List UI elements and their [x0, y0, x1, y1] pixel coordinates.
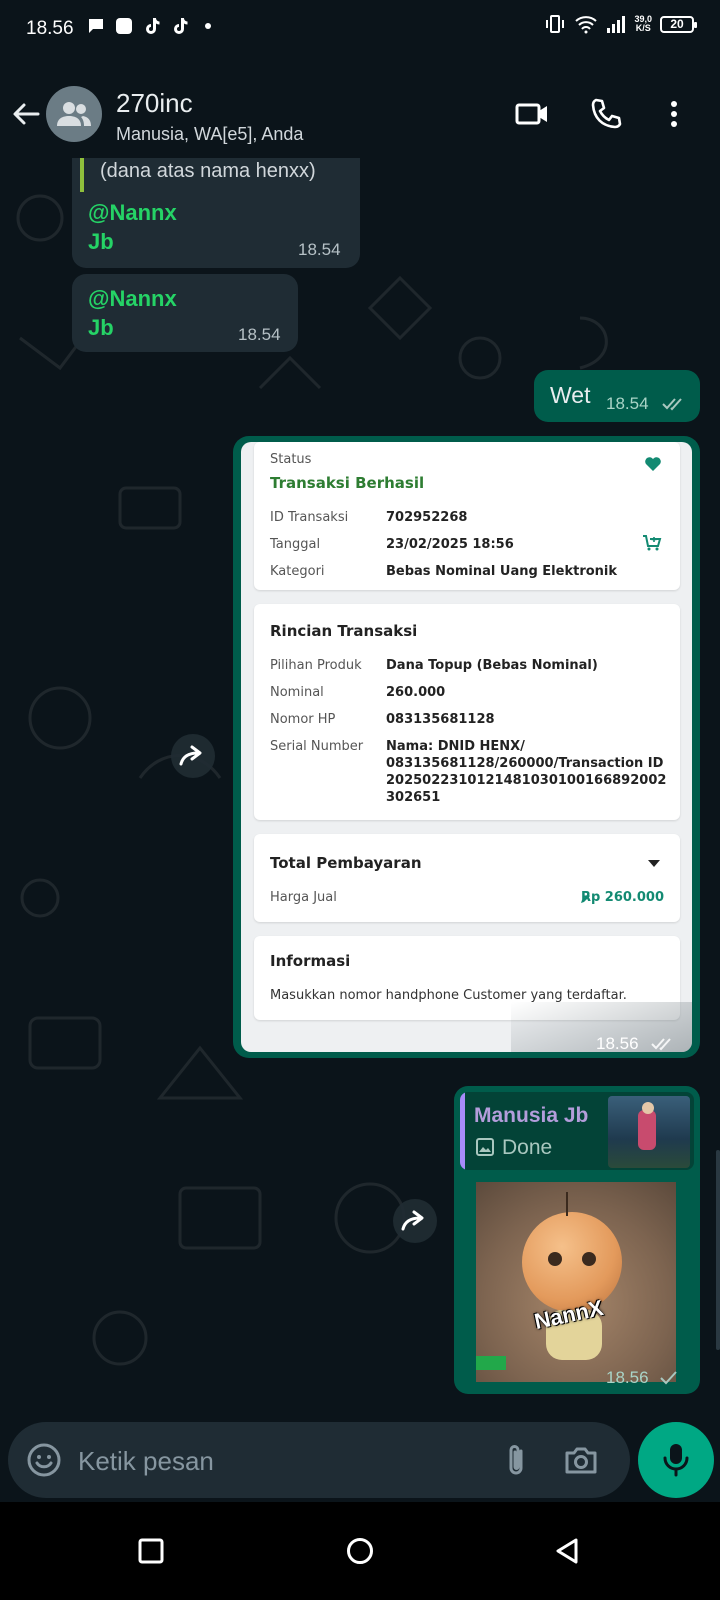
- mention[interactable]: @Nannx: [88, 284, 177, 313]
- image-message[interactable]: Status Transaksi Berhasil ID Transaksi 7…: [233, 436, 700, 1058]
- message-input[interactable]: Ketik pesan: [78, 1446, 214, 1477]
- quoted-author: Manusia Jb: [474, 1104, 589, 1127]
- incoming-message[interactable]: (dana atas nama henxx) @Nannx Jb 18.54: [72, 158, 360, 268]
- system-indicators: 39,0 K/S 20: [544, 14, 697, 34]
- forward-button[interactable]: [393, 1199, 437, 1243]
- reply-image-message[interactable]: Manusia Jb Done NannX 18.56: [454, 1086, 700, 1394]
- system-navigation-bar: [0, 1502, 720, 1600]
- message-text: Jb: [88, 315, 114, 340]
- quoted-message[interactable]: Manusia Jb Done: [460, 1092, 694, 1170]
- outgoing-message[interactable]: Wet 18.54: [534, 370, 700, 422]
- cart-add-icon: [643, 535, 662, 551]
- dropdown-arrow-icon: [648, 860, 660, 867]
- forward-button[interactable]: [171, 734, 215, 778]
- message-input-bar[interactable]: Ketik pesan: [8, 1422, 630, 1498]
- chat-subtitle[interactable]: Manusia, WA[e5], Anda: [116, 124, 303, 145]
- tiktok-icon: [174, 18, 188, 34]
- forward-icon: [179, 745, 202, 766]
- app-notification-icon: [116, 18, 132, 34]
- message-time: 18.54: [606, 394, 649, 413]
- voice-call-icon[interactable]: [588, 96, 624, 132]
- message-time: 18.54: [298, 240, 341, 259]
- receipt-screenshot[interactable]: Status Transaksi Berhasil ID Transaksi 7…: [241, 442, 692, 1052]
- sticker-image[interactable]: NannX: [476, 1182, 676, 1382]
- price-value: Rp 260.000: [580, 890, 664, 905]
- photo-icon: [476, 1138, 494, 1156]
- chat-title[interactable]: 270inc: [116, 88, 193, 119]
- message-text: Jb: [88, 229, 114, 254]
- back-arrow-icon[interactable]: [10, 98, 42, 130]
- attach-icon[interactable]: [504, 1442, 528, 1478]
- vibrate-icon: [546, 15, 565, 33]
- favorite-heart-icon: [645, 457, 661, 471]
- message-time: 18.56: [596, 1034, 639, 1052]
- chat-messages[interactable]: (dana atas nama henxx) @Nannx Jb 18.54 @…: [0, 158, 720, 1420]
- transaction-details-card: Rincian Transaksi Pilihan Produk Dana To…: [254, 604, 680, 820]
- status-bar: 18.56 39,0 K/S 20: [0, 0, 720, 58]
- quote-bar: [460, 1092, 465, 1170]
- more-notifications-dot-icon: [205, 23, 211, 29]
- total-payment-card: Total Pembayaran Harga Jual Rp 260.000: [254, 834, 680, 922]
- status-time: 18.56: [26, 18, 74, 39]
- quoted-text: (dana atas nama henxx): [100, 160, 316, 182]
- voice-record-button[interactable]: [638, 1422, 714, 1498]
- network-speed: 39,0 K/S: [634, 14, 652, 33]
- incoming-message[interactable]: @Nannx Jb 18.54: [72, 274, 298, 352]
- message-text: Wet: [550, 382, 591, 408]
- message-time: 18.54: [238, 325, 281, 344]
- quoted-text: Done: [502, 1136, 553, 1159]
- wifi-icon: [575, 16, 598, 34]
- group-icon: [57, 102, 91, 126]
- quoted-thumbnail: [608, 1096, 690, 1168]
- message-time: 18.56: [606, 1368, 649, 1387]
- recent-apps-icon[interactable]: [138, 1538, 164, 1564]
- chat-header: 270inc Manusia, WA[e5], Anda: [0, 58, 720, 158]
- emoji-icon[interactable]: [26, 1442, 62, 1478]
- quoted-message[interactable]: (dana atas nama henxx): [80, 158, 350, 192]
- microphone-icon: [663, 1444, 689, 1477]
- read-receipt-icon: [662, 398, 682, 411]
- chat-notification-icon: [89, 19, 103, 33]
- back-nav-icon[interactable]: [554, 1537, 580, 1565]
- camera-icon[interactable]: [564, 1444, 598, 1476]
- sent-check-icon: [660, 1371, 677, 1385]
- status-card: Status Transaksi Berhasil ID Transaksi 7…: [254, 442, 680, 590]
- forward-icon: [401, 1210, 424, 1231]
- notification-icons: [86, 16, 218, 36]
- mention[interactable]: @Nannx: [88, 198, 177, 227]
- group-avatar[interactable]: [46, 86, 102, 142]
- read-receipt-icon: [651, 1038, 671, 1051]
- signal-icon: [607, 16, 626, 33]
- battery-icon: 20: [660, 15, 697, 33]
- video-call-icon[interactable]: [514, 96, 550, 132]
- tiktok-icon: [146, 18, 160, 34]
- scroll-indicator[interactable]: [716, 1150, 720, 1350]
- transaction-status: Transaksi Berhasil: [270, 474, 425, 492]
- character-head: [522, 1212, 622, 1312]
- more-options-icon[interactable]: [664, 96, 684, 132]
- home-icon[interactable]: [346, 1537, 374, 1565]
